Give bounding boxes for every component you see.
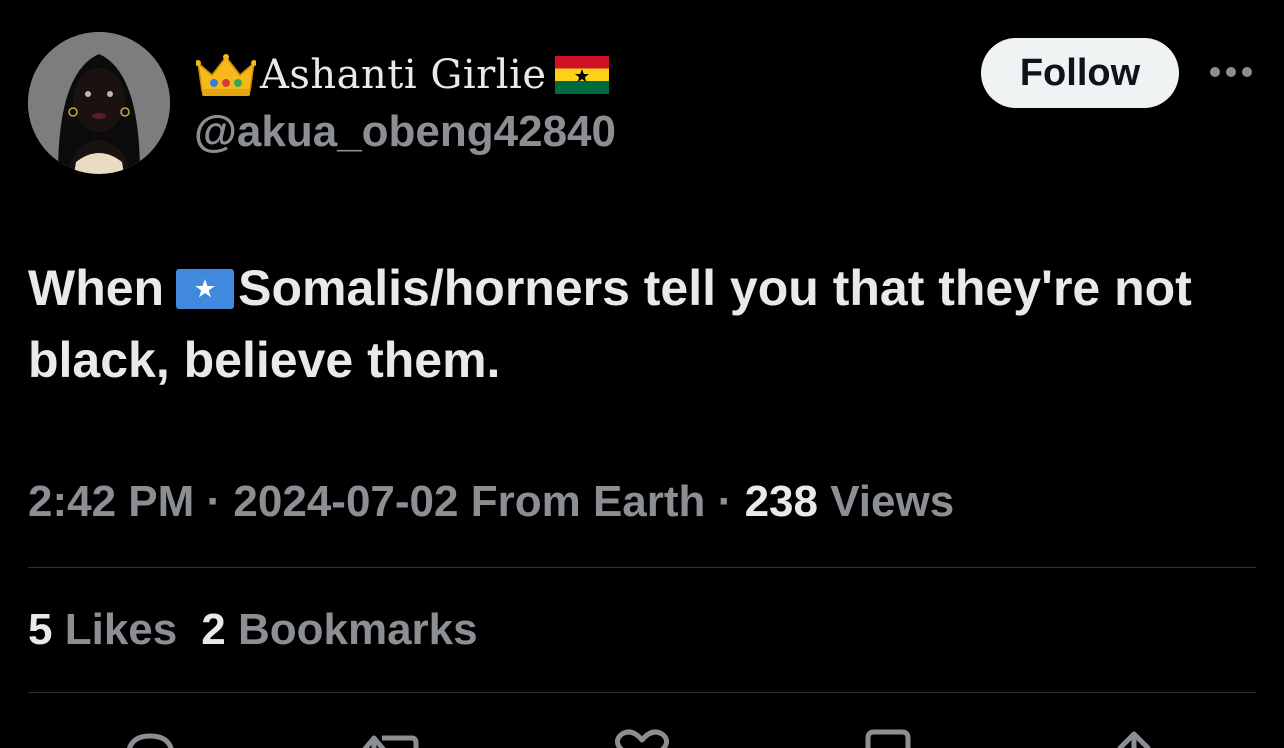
- tweet-source: From Earth: [470, 477, 706, 526]
- bookmarks-label: Bookmarks: [237, 605, 478, 654]
- tweet-detail: Ashanti Girlie @akua_obeng42840 Follow W…: [0, 0, 1284, 748]
- avatar[interactable]: [28, 32, 170, 174]
- display-name: Ashanti Girlie: [260, 52, 547, 98]
- bookmarks-stat[interactable]: 2 Bookmarks: [201, 605, 477, 654]
- tweet-meta: 2:42 PM · 2024-07-02 From Earth · 238 Vi…: [28, 474, 954, 530]
- tweet-text: When Somalis/horners tell you that they'r…: [28, 252, 1258, 396]
- avatar-portrait-icon: [28, 32, 170, 174]
- divider: [28, 567, 1256, 568]
- crown-icon: [196, 54, 256, 96]
- handle[interactable]: @akua_obeng42840: [194, 106, 616, 158]
- meta-separator: ·: [206, 477, 222, 526]
- likes-label: Likes: [64, 605, 178, 654]
- retweet-icon[interactable]: [360, 728, 420, 748]
- bookmark-icon[interactable]: [858, 728, 918, 748]
- divider: [28, 692, 1256, 693]
- likes-stat[interactable]: 5 Likes: [28, 605, 177, 654]
- like-icon[interactable]: [612, 728, 672, 748]
- meta-separator: ·: [717, 477, 733, 526]
- bookmarks-count: 2: [201, 605, 226, 654]
- tweet-date[interactable]: 2024-07-02: [233, 477, 458, 526]
- share-icon[interactable]: [1104, 728, 1164, 748]
- views-count: 238: [744, 477, 818, 526]
- ghana-flag-icon: [554, 56, 609, 94]
- display-name-row[interactable]: Ashanti Girlie: [196, 52, 609, 98]
- tweet-text-start: When: [28, 260, 165, 316]
- follow-button[interactable]: Follow: [981, 38, 1179, 108]
- tweet-time[interactable]: 2:42 PM: [28, 477, 194, 526]
- ellipsis-icon[interactable]: [1208, 62, 1254, 82]
- reply-icon[interactable]: [120, 728, 180, 748]
- views-label: Views: [830, 477, 955, 526]
- likes-count: 5: [28, 605, 53, 654]
- engagement-stats: 5 Likes 2 Bookmarks: [28, 602, 502, 658]
- somalia-flag-icon: [176, 269, 235, 309]
